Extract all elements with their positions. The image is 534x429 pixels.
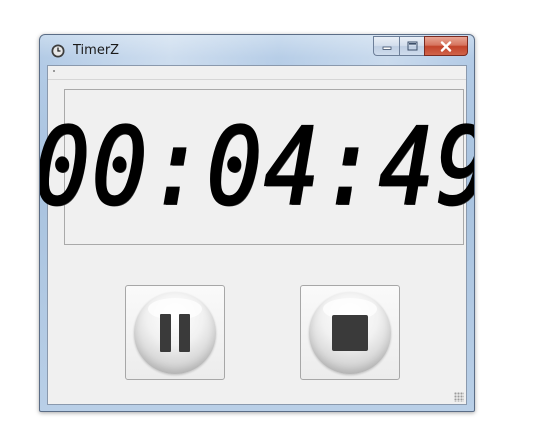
maximize-icon [407, 41, 417, 51]
clock-icon [51, 44, 65, 58]
window-title: TimerZ [73, 43, 120, 58]
pause-button[interactable] [125, 285, 225, 380]
timer-display-panel: 00:04:49 [40, 89, 474, 245]
close-button[interactable] [424, 36, 468, 56]
menu-strip [48, 66, 466, 80]
stop-icon [332, 314, 368, 351]
title-bar[interactable]: TimerZ [40, 35, 474, 65]
resize-grip-icon[interactable] [454, 392, 464, 402]
pause-icon [160, 313, 190, 352]
client-area: 00:04:49 [40, 65, 474, 405]
stop-orb [309, 291, 391, 374]
minimize-button[interactable] [373, 36, 399, 56]
close-icon [440, 40, 452, 52]
minimize-icon [382, 46, 391, 50]
timer-display: 00:04:49 [39, 104, 475, 229]
menu-grip [53, 70, 55, 72]
pause-orb [134, 291, 216, 374]
maximize-button[interactable] [399, 36, 424, 56]
stop-button[interactable] [300, 285, 400, 380]
caption-buttons [373, 36, 468, 56]
app-window: TimerZ 00:04:49 [39, 34, 475, 412]
